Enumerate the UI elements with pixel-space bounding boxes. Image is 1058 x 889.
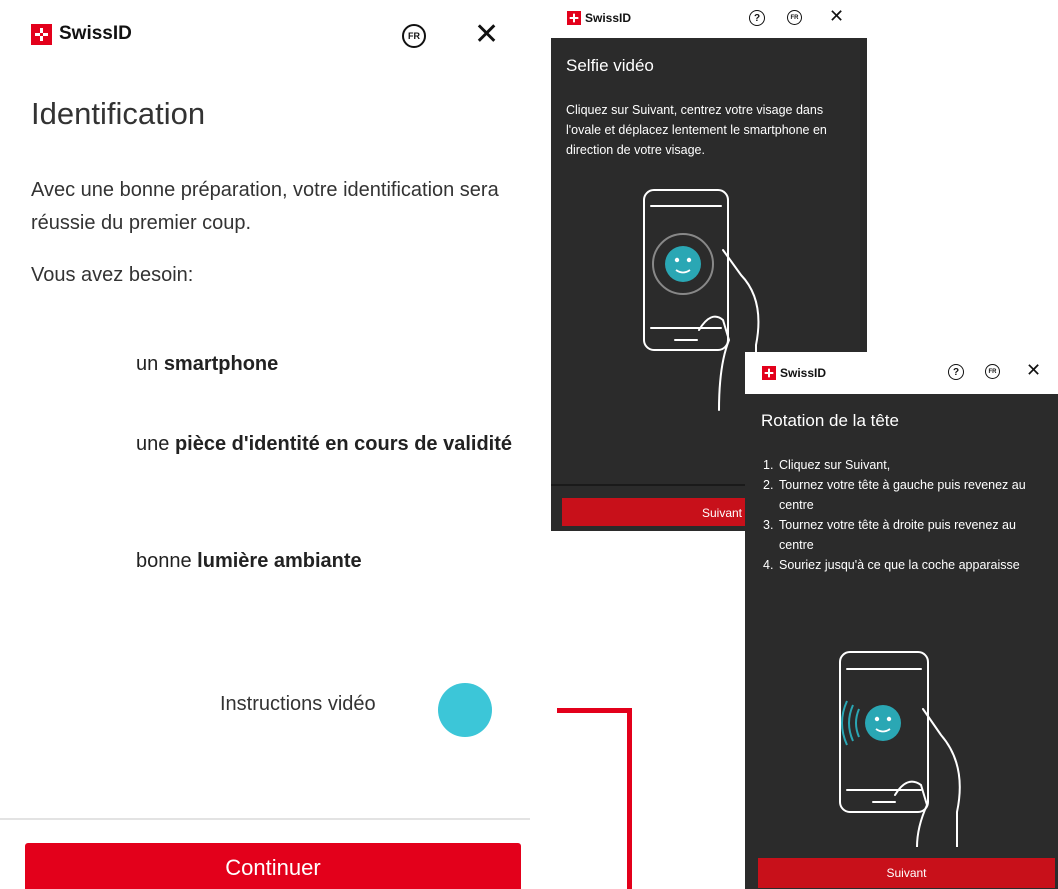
intro-text: Avec une bonne préparation, votre identi… <box>31 179 499 234</box>
swissid-logo: SwissID <box>567 11 631 25</box>
swiss-cross-icon <box>31 23 52 45</box>
swissid-logo: SwissID <box>762 366 826 380</box>
help-icon[interactable]: ? <box>749 10 765 26</box>
step-item: 1. Cliquez sur Suivant, <box>763 455 1043 475</box>
video-instructions-label[interactable]: Instructions vidéo <box>220 693 376 716</box>
panel-description: Cliquez sur Suivant, centrez votre visag… <box>566 103 827 157</box>
steps-list: 1. Cliquez sur Suivant, 2. Tournez votre… <box>763 455 1043 575</box>
requirement-prefix: un <box>136 353 164 375</box>
swiss-cross-icon <box>567 11 581 25</box>
panel-title: Selfie vidéo <box>566 56 654 75</box>
step-number: 3. <box>763 518 774 532</box>
brand-name: SwissID <box>780 366 827 380</box>
motion-arcs-icon <box>841 700 860 746</box>
step-text: Tournez votre tête à gauche puis revenez… <box>779 478 1026 512</box>
requirement-item: une pièce d'identité en cours de validit… <box>136 428 516 461</box>
face-icon <box>865 705 901 741</box>
close-icon[interactable]: ✕ <box>829 8 844 26</box>
panel-header: SwissID ? FR ✕ <box>745 352 1058 394</box>
help-icon[interactable]: ? <box>948 364 964 380</box>
swissid-logo: SwissID <box>31 23 132 45</box>
language-switch-icon[interactable]: FR <box>985 364 1000 379</box>
requirement-item: bonne lumière ambiante <box>136 545 516 578</box>
close-icon[interactable]: ✕ <box>474 20 499 50</box>
close-icon[interactable]: ✕ <box>1026 362 1041 380</box>
requirement-strong: pièce d'identité en cours de validité <box>174 433 513 455</box>
step-number: 1. <box>763 458 774 472</box>
requirement-strong: lumière ambiante <box>197 550 362 572</box>
step-item: 4. Souriez jusqu'à ce que la coche appar… <box>763 555 1043 575</box>
video-instructions-toggle[interactable] <box>438 683 492 737</box>
phone-rotation-illustration <box>839 651 961 847</box>
requirements-heading: Vous avez besoin: <box>31 264 194 286</box>
footer-divider <box>0 818 530 820</box>
requirement-prefix: une <box>136 433 175 455</box>
swiss-cross-icon <box>762 366 776 380</box>
face-icon <box>665 246 701 282</box>
step-text: Cliquez sur Suivant, <box>779 458 891 472</box>
step-item: 3. Tournez votre tête à droite puis reve… <box>763 515 1043 555</box>
page-title: Identification <box>31 96 206 131</box>
step-number: 4. <box>763 558 774 572</box>
language-switch-icon[interactable]: FR <box>787 10 802 25</box>
brand-name: SwissID <box>585 11 632 25</box>
step-text: Tournez votre tête à droite puis revenez… <box>779 518 1016 552</box>
step-text: Souriez jusqu'à ce que la coche apparais… <box>779 558 1020 572</box>
step-item: 2. Tournez votre tête à gauche puis reve… <box>763 475 1043 515</box>
connector-line <box>627 708 632 889</box>
requirement-prefix: bonne <box>136 550 198 572</box>
step-number: 2. <box>763 478 774 492</box>
requirement-strong: smartphone <box>163 353 279 375</box>
identification-screen: SwissID FR ✕ Identification Avec une bon… <box>0 0 548 889</box>
requirement-item: un smartphone <box>136 348 516 381</box>
panel-title: Rotation de la tête <box>761 411 899 430</box>
connector-line <box>557 708 632 713</box>
panel-header: SwissID ? FR ✕ <box>551 0 867 38</box>
continue-button[interactable]: Continuer <box>25 843 521 889</box>
brand-name: SwissID <box>59 23 132 44</box>
next-button[interactable]: Suivant <box>758 858 1055 888</box>
head-rotation-panel: SwissID ? FR ✕ Rotation de la tête 1. Cl… <box>745 352 1058 889</box>
language-switch-icon[interactable]: FR <box>402 24 426 48</box>
